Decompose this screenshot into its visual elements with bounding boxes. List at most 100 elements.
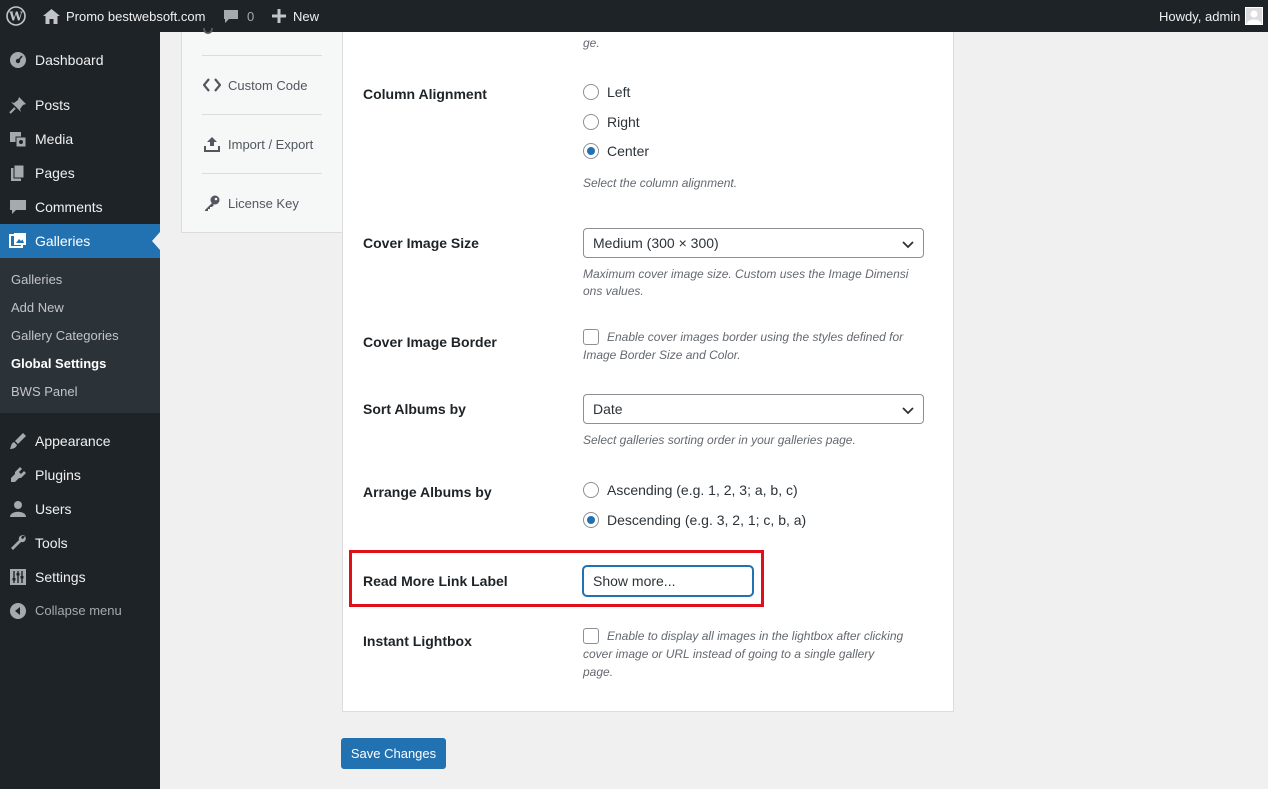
- wordpress-logo-icon[interactable]: W: [6, 0, 26, 32]
- svg-text:W: W: [8, 10, 23, 24]
- collapse-arrow-icon: [8, 602, 28, 620]
- brush-icon: [8, 432, 28, 450]
- save-changes-button[interactable]: Save Changes: [341, 738, 446, 769]
- instant-lightbox-description-2: cover image or URL instead of going to a…: [583, 647, 875, 661]
- sort-albums-description: Select galleries sorting order in your g…: [583, 433, 856, 447]
- site-name: Promo bestwebsoft.com: [66, 8, 206, 24]
- cut-off-text-remnant: [585, 32, 805, 34]
- column-alignment-label: Column Alignment: [363, 86, 487, 102]
- submenu-bws-panel[interactable]: BWS Panel: [11, 384, 77, 400]
- avatar: [1245, 7, 1264, 25]
- column-alignment-left-radio[interactable]: Left: [583, 84, 630, 100]
- instant-lightbox-description-1: Enable to display all images in the ligh…: [607, 629, 904, 643]
- comments-link[interactable]: 0: [223, 0, 254, 32]
- cover-image-size-select[interactable]: Medium (300 × 300): [583, 228, 924, 258]
- menu-label: Posts: [35, 97, 71, 113]
- key-icon: [203, 194, 221, 212]
- tab-license-key[interactable]: License Key: [202, 173, 322, 232]
- tab-partial-icon: [203, 28, 213, 34]
- chevron-down-icon: [901, 237, 915, 251]
- instant-lightbox-label: Instant Lightbox: [363, 633, 472, 649]
- radio-button-selected[interactable]: [583, 512, 599, 528]
- arrange-ascending-radio[interactable]: Ascending (e.g. 1, 2, 3; a, b, c): [583, 482, 798, 498]
- my-account-link[interactable]: Howdy, admin: [1159, 0, 1264, 32]
- sort-albums-label: Sort Albums by: [363, 401, 466, 417]
- tab-label: Custom Code: [228, 77, 308, 93]
- menu-media[interactable]: Media: [0, 122, 160, 156]
- pages-icon: [8, 164, 28, 182]
- new-label: New: [293, 8, 320, 24]
- cover-image-border-label: Cover Image Border: [363, 334, 497, 350]
- cover-image-size-label: Cover Image Size: [363, 235, 479, 251]
- sort-albums-select[interactable]: Date: [583, 394, 924, 424]
- radio-label: Center: [607, 143, 650, 159]
- submenu-global-settings[interactable]: Global Settings: [11, 356, 106, 372]
- comment-icon: [8, 198, 28, 216]
- tab-custom-code[interactable]: Custom Code: [202, 55, 322, 114]
- menu-plugins[interactable]: Plugins: [0, 458, 160, 492]
- menu-label: Users: [35, 501, 72, 517]
- code-icon: [203, 76, 221, 94]
- user-icon: [8, 500, 28, 518]
- admin-bar: W Promo bestwebsoft.com 0 New Howdy, adm…: [0, 0, 1268, 32]
- menu-label: Media: [35, 131, 74, 147]
- dashboard-icon: [8, 51, 28, 69]
- collapse-menu-button[interactable]: Collapse menu: [0, 594, 160, 628]
- menu-settings[interactable]: Settings: [0, 560, 160, 594]
- arrange-descending-radio[interactable]: Descending (e.g. 3, 2, 1; c, b, a): [583, 512, 806, 528]
- sliders-icon: [8, 568, 28, 586]
- radio-button[interactable]: [583, 482, 599, 498]
- column-alignment-description: Select the column alignment.: [583, 176, 738, 190]
- read-more-link-input[interactable]: Show more...: [583, 566, 753, 596]
- site-home-link[interactable]: Promo bestwebsoft.com: [43, 0, 205, 32]
- submenu-add-new[interactable]: Add New: [11, 300, 64, 316]
- select-value: Date: [593, 401, 623, 417]
- menu-label: Pages: [35, 165, 75, 181]
- read-more-link-label: Read More Link Label: [363, 573, 508, 589]
- radio-button[interactable]: [583, 114, 599, 130]
- menu-label: Plugins: [35, 467, 81, 483]
- column-alignment-center-radio[interactable]: Center: [583, 143, 649, 159]
- collapse-label: Collapse menu: [35, 603, 122, 618]
- arrange-albums-label: Arrange Albums by: [363, 484, 492, 500]
- cover-image-border-description-2: Image Border Size and Color.: [583, 348, 741, 362]
- select-value: Medium (300 × 300): [593, 235, 719, 251]
- menu-dashboard[interactable]: Dashboard: [0, 43, 160, 77]
- tab-label: Import / Export: [228, 136, 314, 152]
- new-content-link[interactable]: New: [272, 0, 319, 32]
- submenu-gallery-categories[interactable]: Gallery Categories: [11, 328, 119, 344]
- galleries-submenu: Galleries Add New Gallery Categories Glo…: [0, 258, 160, 413]
- menu-label: Appearance: [35, 433, 111, 449]
- menu-tools[interactable]: Tools: [0, 526, 160, 560]
- tab-import-export[interactable]: Import / Export: [202, 114, 322, 173]
- admin-sidebar: Dashboard Posts Media Pages Comments Gal…: [0, 32, 160, 789]
- cover-image-border-checkbox[interactable]: [583, 329, 599, 345]
- upload-icon: [203, 135, 221, 153]
- plug-icon: [8, 466, 28, 484]
- cover-image-border-description-1: Enable cover images border using the sty…: [607, 330, 904, 344]
- menu-label: Settings: [35, 569, 86, 585]
- chevron-down-icon: [901, 403, 915, 417]
- partial-description: ge.: [583, 36, 600, 50]
- column-alignment-right-radio[interactable]: Right: [583, 114, 640, 130]
- settings-tabs: Custom Code Import / Export License Key: [181, 28, 342, 233]
- plus-icon: [272, 9, 286, 23]
- comments-count: 0: [247, 8, 255, 24]
- wrench-icon: [8, 534, 28, 552]
- menu-galleries[interactable]: Galleries: [0, 224, 160, 258]
- menu-appearance[interactable]: Appearance: [0, 424, 160, 458]
- submenu-galleries[interactable]: Galleries: [11, 272, 62, 288]
- menu-comments[interactable]: Comments: [0, 190, 160, 224]
- cover-image-size-description-2: ons values.: [583, 284, 644, 298]
- menu-posts[interactable]: Posts: [0, 88, 160, 122]
- radio-button-selected[interactable]: [583, 143, 599, 159]
- radio-label: Descending (e.g. 3, 2, 1; c, b, a): [607, 512, 807, 528]
- menu-users[interactable]: Users: [0, 492, 160, 526]
- comment-bubble-icon: [223, 9, 239, 24]
- menu-pages[interactable]: Pages: [0, 156, 160, 190]
- radio-button[interactable]: [583, 84, 599, 100]
- pin-icon: [8, 96, 28, 114]
- cover-image-size-description-1: Maximum cover image size. Custom uses th…: [583, 267, 909, 281]
- howdy-greeting: Howdy, admin: [1159, 8, 1241, 24]
- instant-lightbox-checkbox[interactable]: [583, 628, 599, 644]
